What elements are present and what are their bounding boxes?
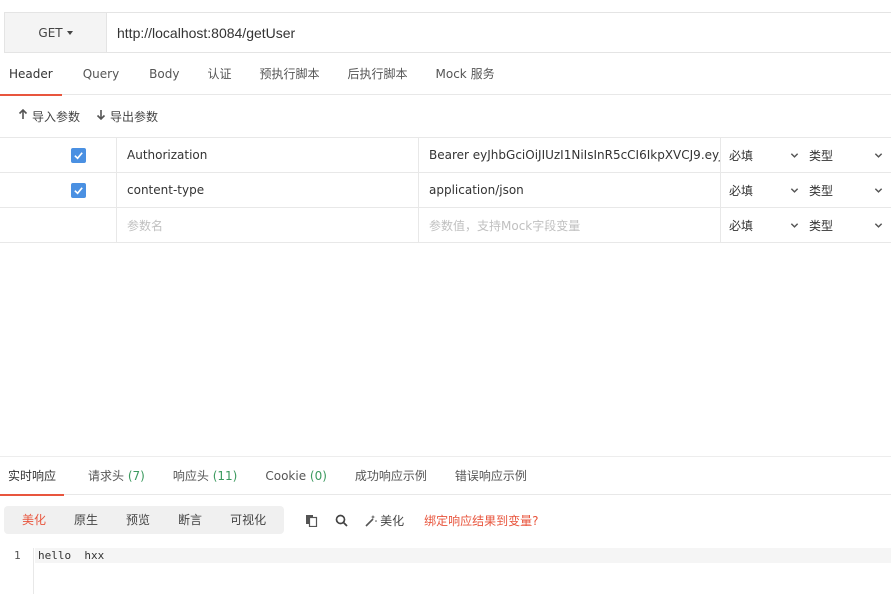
view-mode-assert[interactable]: 断言 bbox=[164, 506, 216, 534]
view-mode-switch: 美化 原生 预览 断言 可视化 bbox=[4, 506, 285, 534]
copy-icon[interactable] bbox=[304, 513, 318, 527]
tab-pre-script[interactable]: 预执行脚本 bbox=[250, 56, 328, 95]
line-gutter: 1 bbox=[0, 548, 34, 594]
tab-header[interactable]: Header bbox=[0, 56, 62, 96]
tab-request-headers[interactable]: 请求头 (7) bbox=[80, 457, 153, 495]
beautify-button[interactable]: 美化 bbox=[364, 512, 404, 529]
tab-query[interactable]: Query bbox=[74, 56, 128, 95]
type-select[interactable]: 类型 bbox=[805, 173, 891, 207]
line-number: 1 bbox=[14, 549, 21, 562]
response-tabs: 实时响应 请求头 (7) 响应头 (11) Cookie (0) 成功响应示例 … bbox=[0, 456, 891, 496]
method-select[interactable]: GET bbox=[5, 13, 107, 52]
method-label: GET bbox=[38, 25, 63, 40]
param-value-input[interactable]: 参数值，支持Mock字段变量 bbox=[419, 208, 721, 242]
view-mode-preview[interactable]: 预览 bbox=[112, 506, 164, 534]
chevron-down-icon bbox=[790, 222, 799, 228]
type-label: 类型 bbox=[809, 218, 834, 233]
chevron-down-icon bbox=[790, 152, 799, 158]
response-toolbar: 美化 原生 预览 断言 可视化 美化 绑定响应结果到变量? bbox=[4, 506, 538, 534]
search-icon[interactable] bbox=[334, 513, 348, 527]
param-value-field[interactable]: Bearer eyJhbGciOiJIUzI1NiIsInR5cCI6IkpXV… bbox=[419, 138, 721, 172]
check-cell bbox=[0, 173, 117, 207]
tab-label: 请求头 bbox=[88, 469, 125, 483]
required-label: 必填 bbox=[729, 183, 754, 198]
param-name-field[interactable]: content-type bbox=[117, 173, 419, 207]
required-label: 必填 bbox=[729, 218, 754, 233]
tab-body[interactable]: Body bbox=[140, 56, 188, 95]
check-cell bbox=[0, 138, 117, 172]
tab-post-script[interactable]: 后执行脚本 bbox=[339, 56, 417, 95]
param-actions: 导入参数 导出参数 bbox=[18, 104, 174, 128]
required-select[interactable]: 必填 bbox=[721, 173, 805, 207]
import-params-button[interactable]: 导入参数 bbox=[18, 108, 80, 125]
url-input[interactable]: http://localhost:8084/getUser bbox=[107, 13, 891, 52]
chevron-down-icon bbox=[874, 222, 883, 228]
request-tabs: Header Query Body 认证 预执行脚本 后执行脚本 Mock 服务 bbox=[0, 56, 891, 96]
beautify-label: 美化 bbox=[380, 513, 405, 528]
tab-auth[interactable]: 认证 bbox=[198, 56, 240, 95]
response-tools: 美化 绑定响应结果到变量? bbox=[304, 512, 538, 529]
export-params-button[interactable]: 导出参数 bbox=[96, 108, 158, 125]
view-mode-visualize[interactable]: 可视化 bbox=[216, 506, 280, 534]
type-select[interactable]: 类型 bbox=[805, 208, 891, 242]
arrow-down-icon bbox=[96, 109, 106, 123]
tab-label: 响应头 bbox=[172, 469, 209, 483]
param-value-field[interactable]: application/json bbox=[419, 173, 721, 207]
count-badge: (0) bbox=[309, 469, 327, 483]
view-mode-pretty[interactable]: 美化 bbox=[8, 506, 60, 534]
tab-cookie[interactable]: Cookie (0) bbox=[257, 457, 335, 495]
tab-success-example[interactable]: 成功响应示例 bbox=[347, 457, 435, 495]
tab-error-example[interactable]: 错误响应示例 bbox=[447, 457, 535, 495]
required-label: 必填 bbox=[729, 148, 754, 163]
table-row-new: 参数名 参数值，支持Mock字段变量 必填 类型 bbox=[0, 208, 891, 243]
url-bar: GET http://localhost:8084/getUser bbox=[4, 12, 891, 53]
chevron-down-icon bbox=[790, 187, 799, 193]
tab-realtime-response[interactable]: 实时响应 bbox=[0, 457, 65, 496]
param-name-field[interactable]: Authorization bbox=[117, 138, 419, 172]
check-icon bbox=[74, 186, 83, 194]
code-line: hello hxx bbox=[35, 548, 891, 563]
type-label: 类型 bbox=[809, 183, 834, 198]
tab-mock-service[interactable]: Mock 服务 bbox=[427, 56, 504, 95]
check-icon bbox=[74, 151, 83, 159]
chevron-down-icon bbox=[874, 152, 883, 158]
response-body-viewer[interactable]: 1 hello hxx bbox=[0, 548, 891, 594]
count-badge: (11) bbox=[212, 469, 238, 483]
required-select[interactable]: 必填 bbox=[721, 208, 805, 242]
table-row: Authorization Bearer eyJhbGciOiJIUzI1NiI… bbox=[0, 138, 891, 173]
arrow-up-icon bbox=[18, 108, 28, 123]
bind-response-link[interactable]: 绑定响应结果到变量? bbox=[424, 512, 538, 529]
chevron-down-icon bbox=[874, 187, 883, 193]
tab-label: Cookie bbox=[265, 469, 307, 483]
enable-checkbox[interactable] bbox=[71, 147, 86, 163]
count-badge: (7) bbox=[127, 469, 145, 483]
type-select[interactable]: 类型 bbox=[805, 138, 891, 172]
param-name-input[interactable]: 参数名 bbox=[117, 208, 419, 242]
export-params-label: 导出参数 bbox=[110, 109, 159, 124]
tab-response-headers[interactable]: 响应头 (11) bbox=[165, 457, 245, 495]
header-params-table: Authorization Bearer eyJhbGciOiJIUzI1NiI… bbox=[0, 137, 891, 243]
type-label: 类型 bbox=[809, 148, 834, 163]
required-select[interactable]: 必填 bbox=[721, 138, 805, 172]
table-row: content-type application/json 必填 类型 bbox=[0, 173, 891, 208]
view-mode-raw[interactable]: 原生 bbox=[60, 506, 112, 534]
magic-wand-icon bbox=[365, 514, 377, 527]
import-params-label: 导入参数 bbox=[32, 109, 81, 124]
caret-down-icon bbox=[66, 30, 73, 35]
check-cell bbox=[0, 208, 117, 242]
enable-checkbox[interactable] bbox=[71, 182, 86, 198]
